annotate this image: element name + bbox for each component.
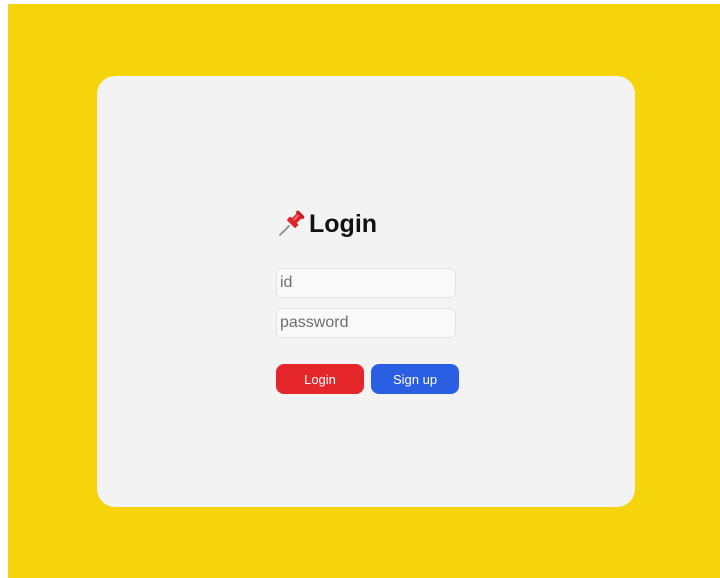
password-input[interactable] bbox=[276, 308, 456, 338]
pushpin-icon bbox=[276, 209, 306, 239]
login-header: Login bbox=[276, 206, 460, 242]
login-button[interactable]: Login bbox=[276, 364, 364, 394]
login-form: Login Login Sign up bbox=[276, 206, 460, 394]
id-input[interactable] bbox=[276, 268, 456, 298]
login-title: Login bbox=[309, 209, 378, 238]
signup-button[interactable]: Sign up bbox=[371, 364, 459, 394]
